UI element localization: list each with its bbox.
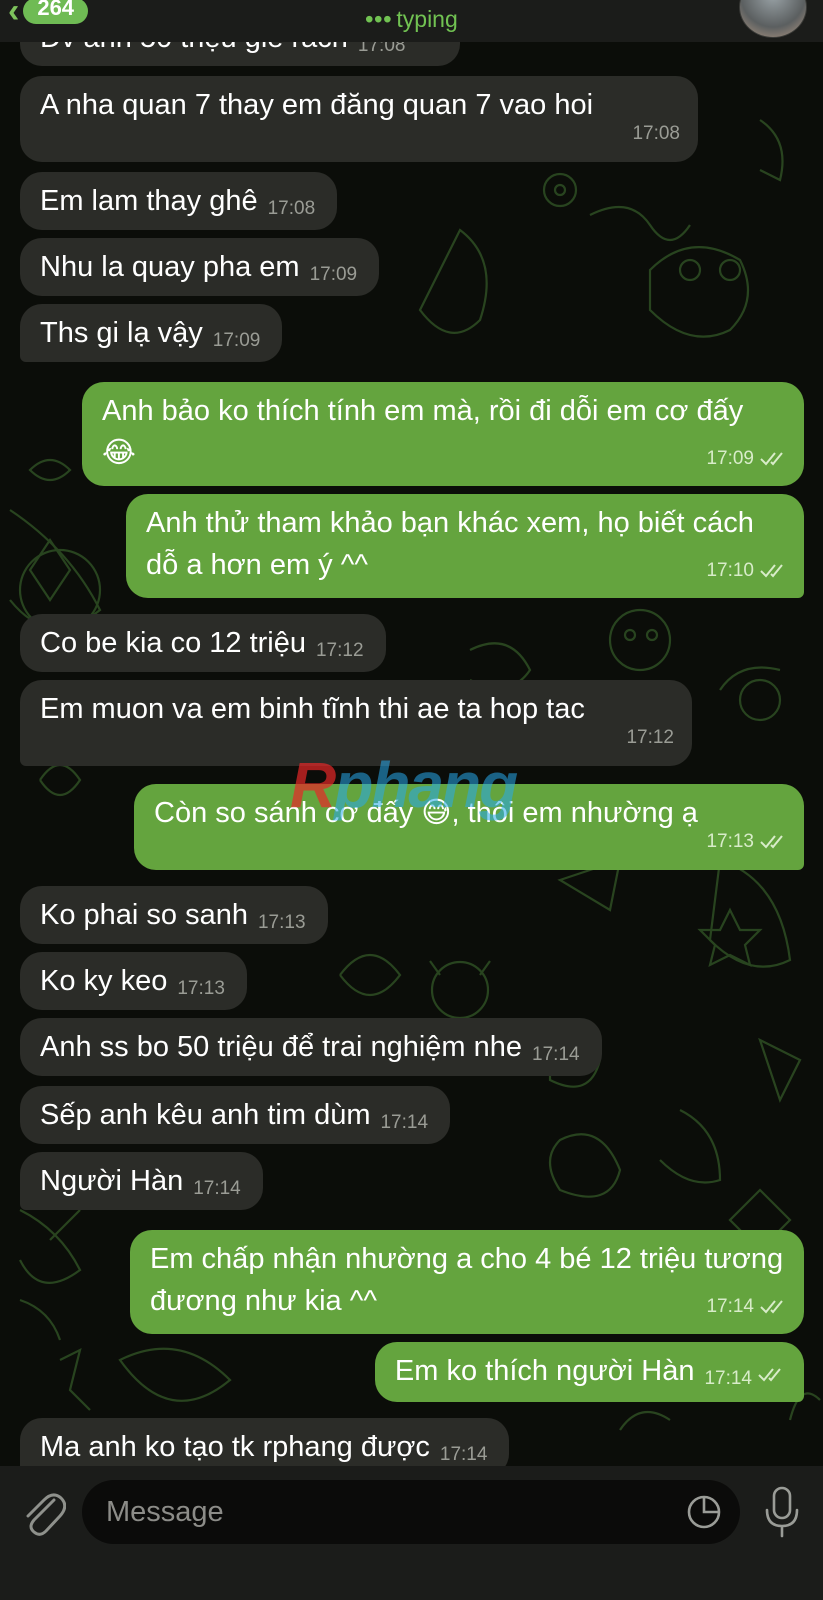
typing-status: ••• typing <box>0 6 823 33</box>
message-meta: 17:09 <box>706 438 786 480</box>
message-time: 17:14 <box>380 1112 429 1133</box>
message-outgoing[interactable]: Anh thử tham khảo bạn khác xem, họ biết … <box>126 494 804 598</box>
message-text: Anh ss bo 50 triệu để trai nghiệm nhe <box>40 1031 523 1063</box>
message-incoming[interactable]: Co be kia co 12 triệu 17:12 <box>20 614 386 672</box>
message-text: Em lam thay ghê <box>40 185 258 217</box>
watermark-prefix: R <box>290 749 336 821</box>
message-outgoing[interactable]: Em chấp nhận nhường a cho 4 bé 12 triệu … <box>130 1230 804 1334</box>
message-text: Sếp anh kêu anh tim dùm <box>40 1099 371 1131</box>
message-time: 17:14 <box>439 1444 488 1465</box>
message-time: 17:14 <box>532 1044 580 1065</box>
message-meta: 17:13 <box>706 820 786 864</box>
double-check-icon <box>758 1368 781 1382</box>
message-meta: 17:14 <box>706 1286 786 1328</box>
message-text: Anh thử tham khảo bạn khác xem, họ biết … <box>146 507 754 581</box>
message-text: Ma anh ko tạo tk rphang được <box>40 1431 430 1463</box>
message-time: 17:09 <box>309 264 358 285</box>
message-incoming[interactable]: A nha quan 7 thay em đăng quan 7 vao hoi… <box>20 76 698 162</box>
message-time: 17:13 <box>177 978 225 999</box>
message-text: Người Hàn <box>40 1165 184 1197</box>
message-text: Anh bảo ko thích tính em mà, rồi đi dỗi … <box>102 395 744 469</box>
double-check-icon <box>760 835 783 849</box>
message-composer: Message <box>0 1466 823 1600</box>
microphone-icon[interactable] <box>764 1486 800 1538</box>
message-incoming[interactable]: Em lam thay ghê 17:08 <box>20 172 338 230</box>
message-time: 17:10 <box>706 560 754 581</box>
message-time: 17:12 <box>626 727 674 748</box>
message-text: Em muon va em binh tĩnh thi ae ta hop ta… <box>40 693 585 725</box>
message-incoming[interactable]: Người Hàn 17:14 <box>20 1152 263 1210</box>
message-text: Ths gi lạ vậy <box>40 317 203 349</box>
message-outgoing[interactable]: Em ko thích người Hàn 17:14 <box>374 1342 804 1402</box>
double-check-icon <box>760 1300 783 1314</box>
message-input[interactable]: Message <box>82 1480 740 1544</box>
chat-header: ‹ 264 ••• typing <box>0 0 823 42</box>
message-time: 17:08 <box>267 198 316 219</box>
double-check-icon <box>760 452 783 466</box>
message-time: 17:14 <box>706 1296 754 1317</box>
message-time: 17:13 <box>257 912 306 933</box>
message-time: 17:14 <box>193 1178 241 1199</box>
message-text: Ko phai so sanh <box>40 899 248 931</box>
message-time: 17:08 <box>632 123 680 144</box>
message-text: A nha quan 7 thay em đăng quan 7 vao hoi <box>40 89 594 121</box>
message-incoming[interactable]: Anh ss bo 50 triệu để trai nghiệm nhe 17:… <box>20 1018 602 1076</box>
paperclip-icon[interactable] <box>20 1486 66 1538</box>
message-text: Co be kia co 12 triệu <box>40 627 306 659</box>
message-incoming[interactable]: Sếp anh kêu anh tim dùm 17:14 <box>20 1086 451 1144</box>
message-incoming[interactable]: Ko phai so sanh 17:13 <box>20 886 328 944</box>
message-meta: 17:12 <box>626 716 674 760</box>
message-text: Em chấp nhận nhường a cho 4 bé 12 triệu … <box>150 1243 784 1317</box>
message-time: 17:09 <box>706 448 754 469</box>
typing-dots-icon: ••• <box>365 6 393 32</box>
message-time: 17:12 <box>315 640 364 661</box>
message-text: Em ko thích người Hàn <box>394 1355 695 1387</box>
message-incoming[interactable]: Nhu la quay pha em 17:09 <box>20 238 380 296</box>
watermark-logo: Rphang <box>290 748 518 822</box>
message-outgoing[interactable]: Anh bảo ko thích tính em mà, rồi đi dỗi … <box>82 382 804 486</box>
typing-label: typing <box>396 6 458 32</box>
message-time: 17:14 <box>704 1368 752 1389</box>
watermark-text: phang <box>334 749 518 821</box>
message-text: Ko ky keo <box>40 965 168 997</box>
sticker-icon[interactable] <box>686 1494 722 1530</box>
message-time: 17:09 <box>212 330 261 351</box>
message-incoming[interactable]: Ths gi lạ vậy 17:09 <box>20 304 283 362</box>
double-check-icon <box>760 564 783 578</box>
message-time: 17:13 <box>706 831 754 852</box>
message-incoming[interactable]: Ko ky keo 17:13 <box>20 952 247 1010</box>
message-text: Nhu la quay pha em <box>40 251 300 283</box>
message-meta: 17:10 <box>706 550 786 592</box>
